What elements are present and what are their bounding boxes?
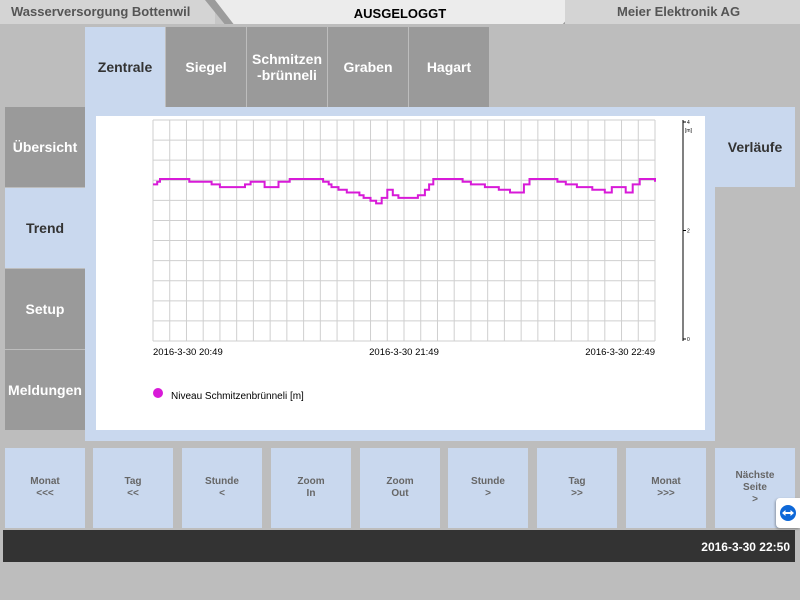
hour-forward-arrows: > xyxy=(485,488,491,499)
legend-marker xyxy=(153,388,163,398)
nav-trend[interactable]: Trend xyxy=(5,188,85,268)
day-back-label: Tag xyxy=(124,476,142,487)
hour-forward-label: Stunde xyxy=(471,476,505,487)
y-unit-label: [m] xyxy=(685,128,693,134)
month-forward-arrows: >>> xyxy=(657,488,675,499)
zoom-out-label-1: Zoom xyxy=(386,476,414,487)
next-page-label-1: Nächste xyxy=(735,470,775,481)
hour-back-arrows: < xyxy=(219,488,225,499)
hour-back-label: Stunde xyxy=(205,476,239,487)
chart-grid xyxy=(152,119,656,342)
hour-back-button[interactable]: Stunde < xyxy=(182,448,262,528)
tab-hagart[interactable]: Hagart xyxy=(409,27,489,107)
zoom-in-label-2: In xyxy=(306,488,316,499)
zoom-in-button[interactable]: Zoom In xyxy=(271,448,351,528)
tab-schmitzenbrunneli-label: Schmitzen-brünneli xyxy=(251,51,322,83)
x-tick-label: 2016-3-30 20:49 xyxy=(153,347,223,358)
month-forward-button[interactable]: Monat >>> xyxy=(626,448,706,528)
zoom-in-label-1: Zoom xyxy=(297,476,325,487)
legend-label: Niveau Schmitzenbrünneli [m] xyxy=(171,391,304,402)
day-back-arrows: << xyxy=(127,488,139,499)
company-name: Meier Elektronik AG xyxy=(565,0,800,24)
trend-chart: 2016-3-30 20:49 2016-3-30 21:49 2016-3-30 … xyxy=(152,119,693,358)
y-tick-label: 2 xyxy=(687,229,690,235)
tab-graben[interactable]: Graben xyxy=(328,27,408,107)
y-axis: 4 2 0 [m] xyxy=(682,120,693,343)
hour-forward-button[interactable]: Stunde > xyxy=(448,448,528,528)
status-bar xyxy=(3,530,795,562)
zoom-out-label-2: Out xyxy=(391,488,409,499)
month-back-label: Monat xyxy=(30,476,60,487)
x-tick-label: 2016-3-30 22:49 xyxy=(585,347,655,358)
verlaeufe-button[interactable]: Verläufe xyxy=(715,107,795,187)
zoom-out-button[interactable]: Zoom Out xyxy=(360,448,440,528)
day-forward-label: Tag xyxy=(568,476,586,487)
next-page-label-2: Seite xyxy=(743,482,767,493)
day-back-button[interactable]: Tag << xyxy=(93,448,173,528)
login-status-button[interactable]: AUSGELOGGT xyxy=(215,0,585,24)
tab-schmitzenbrunneli[interactable]: Schmitzen-brünneli xyxy=(247,27,327,107)
y-tick-label: 0 xyxy=(687,337,690,343)
month-forward-label: Monat xyxy=(651,476,681,487)
month-back-arrows: <<< xyxy=(36,488,54,499)
nav-setup[interactable]: Setup xyxy=(5,269,85,349)
x-tick-labels: 2016-3-30 20:49 2016-3-30 21:49 2016-3-30 … xyxy=(153,347,655,358)
system-name: Wasserversorgung Bottenwil xyxy=(0,0,215,24)
status-datetime: 2016-3-30 22:50 xyxy=(701,540,790,554)
y-tick-label: 4 xyxy=(687,120,690,126)
tab-siegel[interactable]: Siegel xyxy=(166,27,246,107)
nav-meldungen[interactable]: Meldungen xyxy=(5,350,85,430)
remote-support-icon[interactable] xyxy=(776,498,800,528)
x-tick-label: 2016-3-30 21:49 xyxy=(369,347,439,358)
day-forward-button[interactable]: Tag >> xyxy=(537,448,617,528)
tab-zentrale[interactable]: Zentrale xyxy=(85,27,165,107)
nav-uebersicht[interactable]: Übersicht xyxy=(5,107,85,187)
month-back-button[interactable]: Monat <<< xyxy=(5,448,85,528)
next-page-arrow: > xyxy=(752,494,758,505)
day-forward-arrows: >> xyxy=(571,488,583,499)
